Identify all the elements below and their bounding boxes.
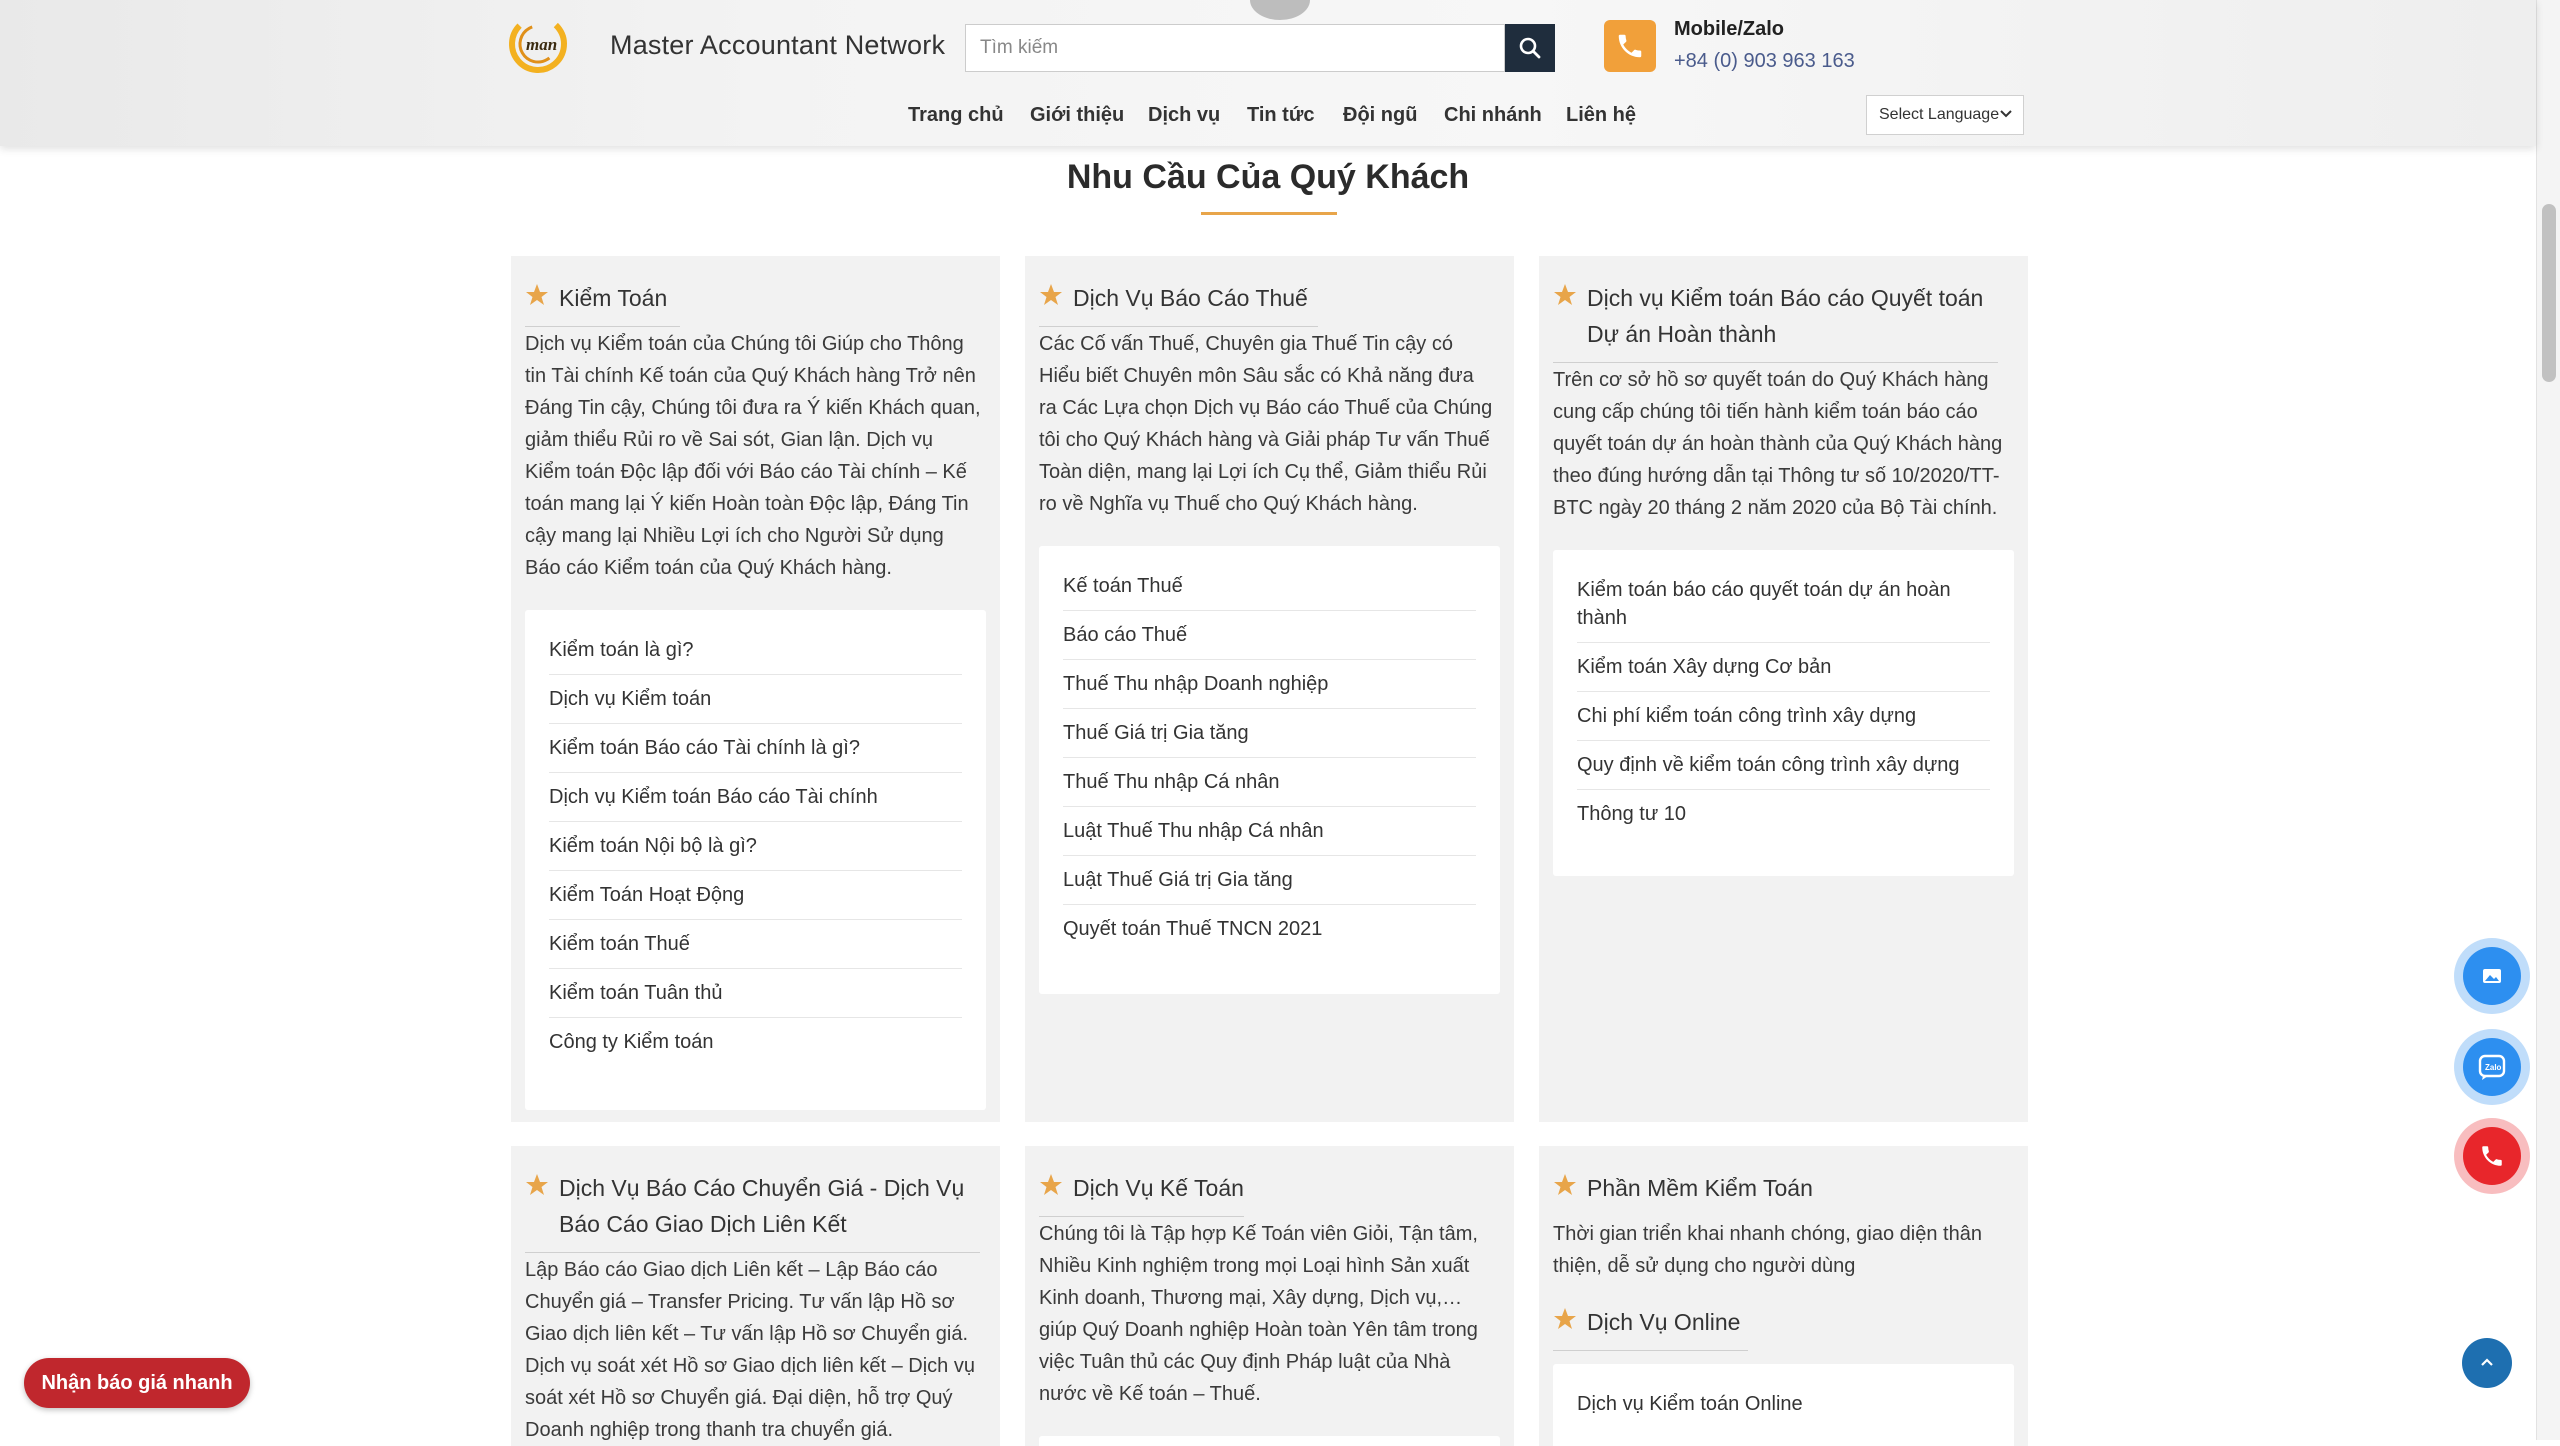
- card-description: Các Cố vấn Thuế, Chuyên gia Thuế Tin cậy…: [1039, 333, 1493, 515]
- star-icon: [1040, 284, 1062, 305]
- nav-contact[interactable]: Liên hệ: [1566, 104, 1636, 127]
- card-header: Phần Mềm Kiểm Toán: [1553, 1170, 2014, 1216]
- card-header: Dịch Vụ Kế Toán: [1039, 1170, 1244, 1217]
- nav-team[interactable]: Đội ngũ: [1343, 104, 1417, 127]
- search-button[interactable]: [1505, 24, 1555, 72]
- list-item[interactable]: Thông tư 10: [1577, 790, 1990, 838]
- image-icon: [2483, 969, 2501, 983]
- zalo-label: Zalo: [2485, 1063, 2502, 1072]
- card-header: Dịch Vụ Báo Cáo Thuế: [1039, 280, 1318, 327]
- title-underline: [1201, 212, 1337, 215]
- card-title: Phần Mềm Kiểm Toán: [1587, 1175, 1813, 1201]
- list-item[interactable]: Chi phí kiểm toán công trình xây dựng: [1577, 692, 1990, 741]
- chevron-down-icon: [2000, 110, 2012, 118]
- zalo-button[interactable]: Zalo: [2454, 1029, 2530, 1105]
- card-accounting: Dịch Vụ Kế Toán Chúng tôi là Tập hợp Kế …: [1025, 1146, 1514, 1446]
- card-audit: Kiểm Toán Dịch vụ Kiểm toán của Chúng tô…: [511, 256, 1000, 1122]
- card-link-list: Kiểm toán là gì? Dịch vụ Kiểm toán Kiểm …: [525, 610, 986, 1110]
- logo-text: man: [526, 35, 557, 54]
- list-item[interactable]: Thuế Thu nhập Doanh nghiệp: [1063, 660, 1476, 709]
- list-item[interactable]: Thuế Thu nhập Cá nhân: [1063, 758, 1476, 807]
- phone-call-icon: [2482, 1146, 2502, 1166]
- list-item[interactable]: Luật Thuế Giá trị Gia tăng: [1063, 856, 1476, 905]
- card-subtitle: Dịch Vụ Online: [1587, 1309, 1741, 1335]
- list-item[interactable]: Kiểm toán Thuế: [549, 920, 962, 969]
- list-item[interactable]: Kiểm toán Nội bộ là gì?: [549, 822, 962, 871]
- zalo-icon: Zalo: [2478, 1054, 2506, 1080]
- list-item[interactable]: Dịch vụ Kiểm toán: [549, 675, 962, 724]
- nav-about[interactable]: Giới thiệu: [1030, 104, 1124, 127]
- star-icon: [1554, 284, 1576, 305]
- section-title: Nhu Cầu Của Quý Khách: [1066, 158, 1470, 196]
- call-button[interactable]: [2454, 1118, 2530, 1194]
- brand-name[interactable]: Master Accountant Network: [610, 30, 945, 61]
- card-tax-report: Dịch Vụ Báo Cáo Thuế Các Cố vấn Thuế, Ch…: [1025, 256, 1514, 1122]
- star-icon: [526, 284, 548, 305]
- card-description: Thời gian triển khai nhanh chóng, giao d…: [1553, 1223, 1982, 1277]
- main-nav: Trang chủ Giới thiệu Dịch vụ Tin tức Đội…: [0, 96, 2536, 136]
- card-subheader: Dịch Vụ Online: [1553, 1304, 1748, 1351]
- site-header: man Master Accountant Network Mobile/Zal…: [0, 0, 2536, 146]
- card-link-list: [1039, 1436, 1500, 1446]
- nav-news[interactable]: Tin tức: [1247, 104, 1314, 127]
- card-title: Dịch vụ Kiểm toán Báo cáo Quyết toán Dự …: [1587, 285, 1984, 347]
- quick-quote-button[interactable]: Nhận báo giá nhanh: [24, 1358, 250, 1408]
- star-icon: [1554, 1174, 1576, 1195]
- card-description: Lập Báo cáo Giao dịch Liên kết – Lập Báo…: [525, 1259, 975, 1441]
- list-item[interactable]: Kiểm toán báo cáo quyết toán dự án hoàn …: [1577, 566, 1990, 643]
- star-icon: [1040, 1174, 1062, 1195]
- phone-icon[interactable]: [1604, 20, 1656, 72]
- list-item[interactable]: Quy định về kiểm toán công trình xây dựn…: [1577, 741, 1990, 790]
- card-link-list: Dịch vụ Kiểm toán Online: [1553, 1364, 2014, 1446]
- card-title: Dịch Vụ Báo Cáo Chuyển Giá - Dịch Vụ Báo…: [559, 1175, 965, 1237]
- card-title: Kiểm Toán: [559, 285, 668, 311]
- list-item[interactable]: Dịch vụ Kiểm toán Báo cáo Tài chính: [549, 773, 962, 822]
- messenger-button[interactable]: [2454, 938, 2530, 1014]
- list-item[interactable]: Báo cáo Thuế: [1063, 611, 1476, 660]
- language-label: Select Language: [1879, 106, 2000, 123]
- list-item[interactable]: Kiểm toán Báo cáo Tài chính là gì?: [549, 724, 962, 773]
- header-decoration: [1250, 0, 1310, 20]
- list-item[interactable]: Thuế Giá trị Gia tăng: [1063, 709, 1476, 758]
- list-item[interactable]: Luật Thuế Thu nhập Cá nhân: [1063, 807, 1476, 856]
- scrollbar-thumb[interactable]: [2542, 204, 2556, 382]
- card-description: Chúng tôi là Tập hợp Kế Toán viên Giỏi, …: [1039, 1223, 1478, 1405]
- card-project-audit: Dịch vụ Kiểm toán Báo cáo Quyết toán Dự …: [1539, 256, 2028, 1122]
- card-transfer-pricing: Dịch Vụ Báo Cáo Chuyển Giá - Dịch Vụ Báo…: [511, 1146, 1000, 1446]
- card-description: Dịch vụ Kiểm toán của Chúng tôi Giúp cho…: [525, 333, 981, 579]
- card-title: Dịch Vụ Kế Toán: [1073, 1175, 1244, 1201]
- card-header: Dịch Vụ Báo Cáo Chuyển Giá - Dịch Vụ Báo…: [525, 1170, 980, 1253]
- chevron-up-icon: [2481, 1358, 2493, 1366]
- star-icon: [526, 1174, 548, 1195]
- search-input[interactable]: [965, 24, 1505, 72]
- card-audit-software: Phần Mềm Kiểm Toán Thời gian triển khai …: [1539, 1146, 2028, 1446]
- nav-branches[interactable]: Chi nhánh: [1444, 104, 1542, 127]
- card-link-list: Kiểm toán báo cáo quyết toán dự án hoàn …: [1553, 550, 2014, 876]
- list-item[interactable]: Kiểm toán Tuân thủ: [549, 969, 962, 1018]
- language-select[interactable]: Select Language: [1866, 95, 2024, 135]
- list-item[interactable]: Dịch vụ Kiểm toán Online: [1577, 1380, 1990, 1428]
- star-icon: [1554, 1308, 1576, 1329]
- card-link-list: Kế toán Thuế Báo cáo Thuế Thuế Thu nhập …: [1039, 546, 1500, 994]
- list-item[interactable]: Kế toán Thuế: [1063, 562, 1476, 611]
- card-description: Trên cơ sở hồ sơ quyết toán do Quý Khách…: [1553, 369, 2003, 519]
- list-item[interactable]: Quyết toán Thuế TNCN 2021: [1063, 905, 1476, 953]
- list-item[interactable]: Kiểm Toán Hoạt Động: [549, 871, 962, 920]
- list-item[interactable]: Kiểm toán Xây dựng Cơ bản: [1577, 643, 1990, 692]
- list-item[interactable]: Công ty Kiểm toán: [549, 1018, 962, 1066]
- card-header: Kiểm Toán: [525, 280, 680, 327]
- list-item[interactable]: Kiểm toán là gì?: [549, 626, 962, 675]
- search-icon: [1519, 37, 1541, 59]
- contact-title: Mobile/Zalo: [1674, 18, 1784, 40]
- nav-home[interactable]: Trang chủ: [908, 104, 1004, 127]
- contact-number[interactable]: +84 (0) 903 963 163: [1674, 50, 1855, 73]
- card-title: Dịch Vụ Báo Cáo Thuế: [1073, 285, 1308, 311]
- card-header: Dịch vụ Kiểm toán Báo cáo Quyết toán Dự …: [1553, 280, 1998, 363]
- logo-icon[interactable]: man: [508, 12, 572, 74]
- back-to-top-button[interactable]: [2462, 1338, 2512, 1388]
- nav-services[interactable]: Dịch vụ: [1148, 104, 1220, 127]
